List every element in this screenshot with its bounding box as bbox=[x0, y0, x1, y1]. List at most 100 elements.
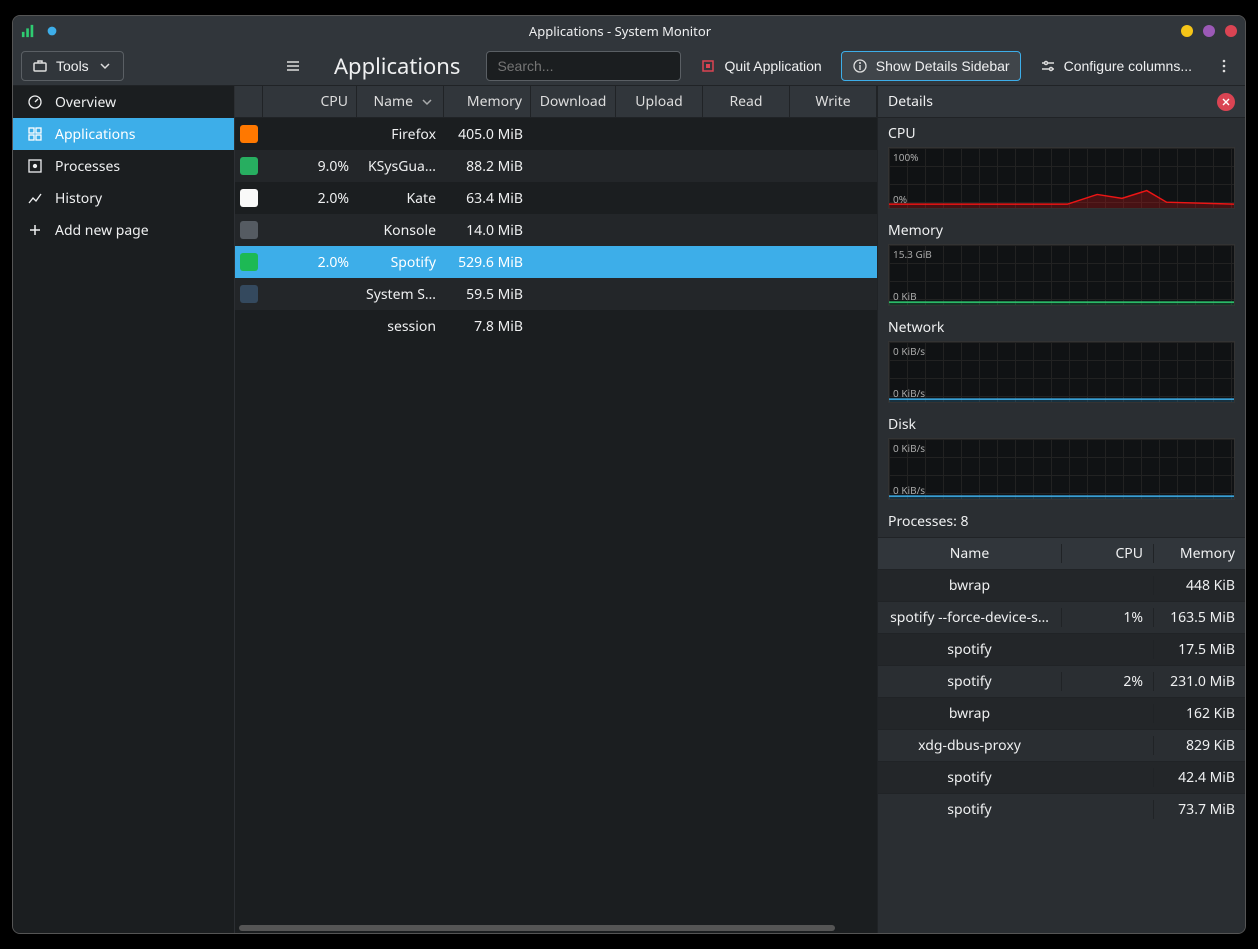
app-icon bbox=[240, 253, 258, 271]
quit-label: Quit Application bbox=[724, 58, 821, 74]
sidebar-item-label: History bbox=[55, 189, 102, 208]
minimize-button[interactable] bbox=[1181, 25, 1193, 37]
th-download[interactable]: Download bbox=[531, 86, 616, 117]
th-name[interactable]: Name bbox=[357, 86, 444, 117]
chart-title-memory: Memory bbox=[878, 215, 1245, 244]
hamburger-menu-button[interactable] bbox=[278, 51, 308, 81]
details-table-row[interactable]: bwrap448 KiB bbox=[878, 569, 1245, 601]
sidebar-item-overview[interactable]: Overview bbox=[13, 86, 234, 118]
cell-cpu: 9.0% bbox=[263, 157, 357, 176]
titlebar-left bbox=[21, 24, 59, 38]
details-table-row[interactable]: spotify 17.5 MiB bbox=[878, 633, 1245, 665]
process-count: Processes: 8 bbox=[878, 506, 1245, 537]
dcell-memory: 17.5 MiB bbox=[1153, 640, 1245, 659]
process-icon bbox=[27, 158, 43, 174]
scrollbar-thumb[interactable] bbox=[239, 925, 835, 931]
table-row[interactable]: System S…59.5 MiB bbox=[235, 278, 877, 310]
configure-columns-button[interactable]: Configure columns... bbox=[1029, 51, 1203, 81]
details-table-row[interactable]: spotify2%231.0 MiB bbox=[878, 665, 1245, 697]
overflow-menu-button[interactable] bbox=[1211, 51, 1237, 81]
app-icon bbox=[240, 285, 258, 303]
dcell-memory: 42.4 MiB bbox=[1153, 768, 1245, 787]
details-title: Details bbox=[888, 92, 933, 111]
cell-icon bbox=[235, 157, 263, 175]
dcell-cpu: 1% bbox=[1061, 608, 1153, 627]
close-details-button[interactable] bbox=[1217, 93, 1235, 111]
app-icon bbox=[240, 221, 258, 239]
dcell-name: spotify bbox=[878, 672, 1061, 691]
show-details-sidebar-button[interactable]: Show Details Sidebar bbox=[841, 51, 1021, 81]
window: Applications - System Monitor Tools Appl… bbox=[12, 15, 1246, 934]
details-table-row[interactable]: spotify --force-device-s…1%163.5 MiB bbox=[878, 601, 1245, 633]
sidebar-item-label: Overview bbox=[55, 93, 116, 112]
horizontal-scrollbar[interactable] bbox=[235, 923, 877, 933]
sidebar-item-applications[interactable]: Applications bbox=[13, 118, 234, 150]
plus-icon bbox=[27, 222, 43, 238]
cell-name: Firefox bbox=[357, 125, 444, 144]
th-cpu[interactable]: CPU bbox=[263, 86, 357, 117]
sidebar-item-history[interactable]: History bbox=[13, 182, 234, 214]
details-table-row[interactable]: spotify73.7 MiB bbox=[878, 793, 1245, 825]
chart-title-cpu: CPU bbox=[878, 118, 1245, 147]
chart-line-icon bbox=[27, 190, 43, 206]
maximize-button[interactable] bbox=[1203, 25, 1215, 37]
app-chart-icon bbox=[21, 24, 35, 38]
cell-icon bbox=[235, 189, 263, 207]
table-row[interactable]: Firefox405.0 MiB bbox=[235, 118, 877, 150]
dcell-memory: 73.7 MiB bbox=[1153, 800, 1245, 819]
sidebar-item-processes[interactable]: Processes bbox=[13, 150, 234, 182]
dth-name[interactable]: Name bbox=[878, 544, 1061, 563]
chevron-down-icon bbox=[97, 58, 113, 74]
close-window-button[interactable] bbox=[1225, 25, 1237, 37]
table-row[interactable]: Konsole14.0 MiB bbox=[235, 214, 877, 246]
th-upload[interactable]: Upload bbox=[616, 86, 703, 117]
configure-label: Configure columns... bbox=[1064, 58, 1192, 74]
app-dot-icon bbox=[45, 24, 59, 38]
table-body[interactable]: Firefox405.0 MiB9.0%KSysGua…88.2 MiB2.0%… bbox=[235, 118, 877, 923]
cell-memory: 88.2 MiB bbox=[444, 157, 531, 176]
cell-memory: 7.8 MiB bbox=[444, 317, 531, 336]
kebab-icon bbox=[1216, 58, 1232, 74]
dcell-memory: 829 KiB bbox=[1153, 736, 1245, 755]
details-table-row[interactable]: bwrap162 KiB bbox=[878, 697, 1245, 729]
th-write[interactable]: Write bbox=[790, 86, 877, 117]
details-header: Details bbox=[878, 86, 1245, 118]
cell-name: Spotify bbox=[357, 253, 444, 272]
cell-name: session bbox=[357, 317, 444, 336]
chart-disk: 0 KiB/s0 KiB/s bbox=[888, 438, 1235, 500]
cell-name: Kate bbox=[357, 189, 444, 208]
content: CPU Name Memory Download Upload Read Wri… bbox=[235, 86, 877, 933]
table-row[interactable]: 2.0%Kate63.4 MiB bbox=[235, 182, 877, 214]
table-row[interactable]: 2.0%Spotify529.6 MiB bbox=[235, 246, 877, 278]
quit-application-button[interactable]: Quit Application bbox=[689, 51, 832, 81]
chart-title-disk: Disk bbox=[878, 409, 1245, 438]
grid-apps-icon bbox=[27, 126, 43, 142]
table-row[interactable]: 9.0%KSysGua…88.2 MiB bbox=[235, 150, 877, 182]
th-name-label: Name bbox=[374, 92, 413, 111]
info-icon bbox=[852, 58, 868, 74]
th-memory[interactable]: Memory bbox=[444, 86, 531, 117]
body: Overview ApplicationsProcesses History Add … bbox=[13, 86, 1245, 933]
table-header: CPU Name Memory Download Upload Read Wri… bbox=[235, 86, 877, 118]
cell-memory: 529.6 MiB bbox=[444, 253, 531, 272]
dth-cpu[interactable]: CPU bbox=[1061, 544, 1153, 563]
th-read[interactable]: Read bbox=[703, 86, 790, 117]
search-input[interactable] bbox=[486, 51, 681, 81]
table-row[interactable]: session7.8 MiB bbox=[235, 310, 877, 342]
search-field[interactable] bbox=[486, 51, 681, 81]
th-read-label: Read bbox=[729, 92, 762, 111]
dcell-memory: 448 KiB bbox=[1153, 576, 1245, 595]
details-table-header: NameCPUMemory bbox=[878, 537, 1245, 569]
dcell-name: spotify bbox=[878, 640, 1061, 659]
dcell-name: spotify --force-device-s… bbox=[878, 608, 1061, 627]
dth-memory[interactable]: Memory bbox=[1153, 544, 1245, 563]
cell-memory: 405.0 MiB bbox=[444, 125, 531, 144]
details-table-row[interactable]: spotify42.4 MiB bbox=[878, 761, 1245, 793]
toolbar: Tools Applications Quit Application Show bbox=[13, 46, 1245, 86]
th-icon[interactable] bbox=[235, 86, 263, 117]
sidebar: Overview ApplicationsProcesses History Add … bbox=[13, 86, 235, 933]
tools-menu-button[interactable]: Tools bbox=[21, 51, 124, 81]
details-table-row[interactable]: xdg-dbus-proxy829 KiB bbox=[878, 729, 1245, 761]
sidebar-item-add-new-page[interactable]: Add new page bbox=[13, 214, 234, 246]
cell-cpu: 2.0% bbox=[263, 189, 357, 208]
